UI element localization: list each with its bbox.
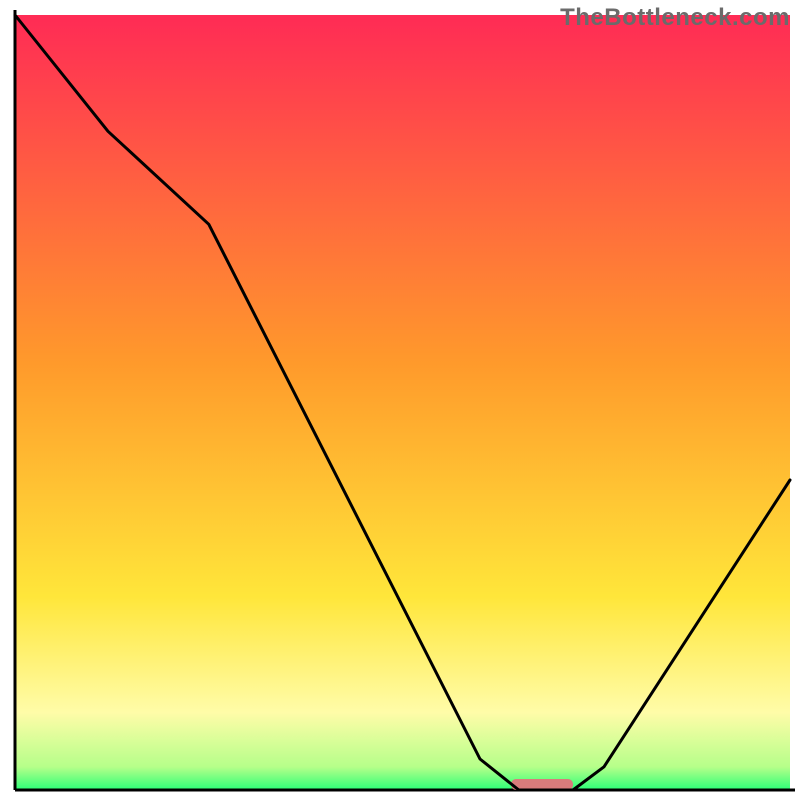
optimal-range-marker [511,779,573,790]
plot-background [15,15,790,790]
watermark-text: TheBottleneck.com [560,4,790,32]
bottleneck-chart: TheBottleneck.com [0,0,800,800]
chart-canvas [0,0,800,800]
